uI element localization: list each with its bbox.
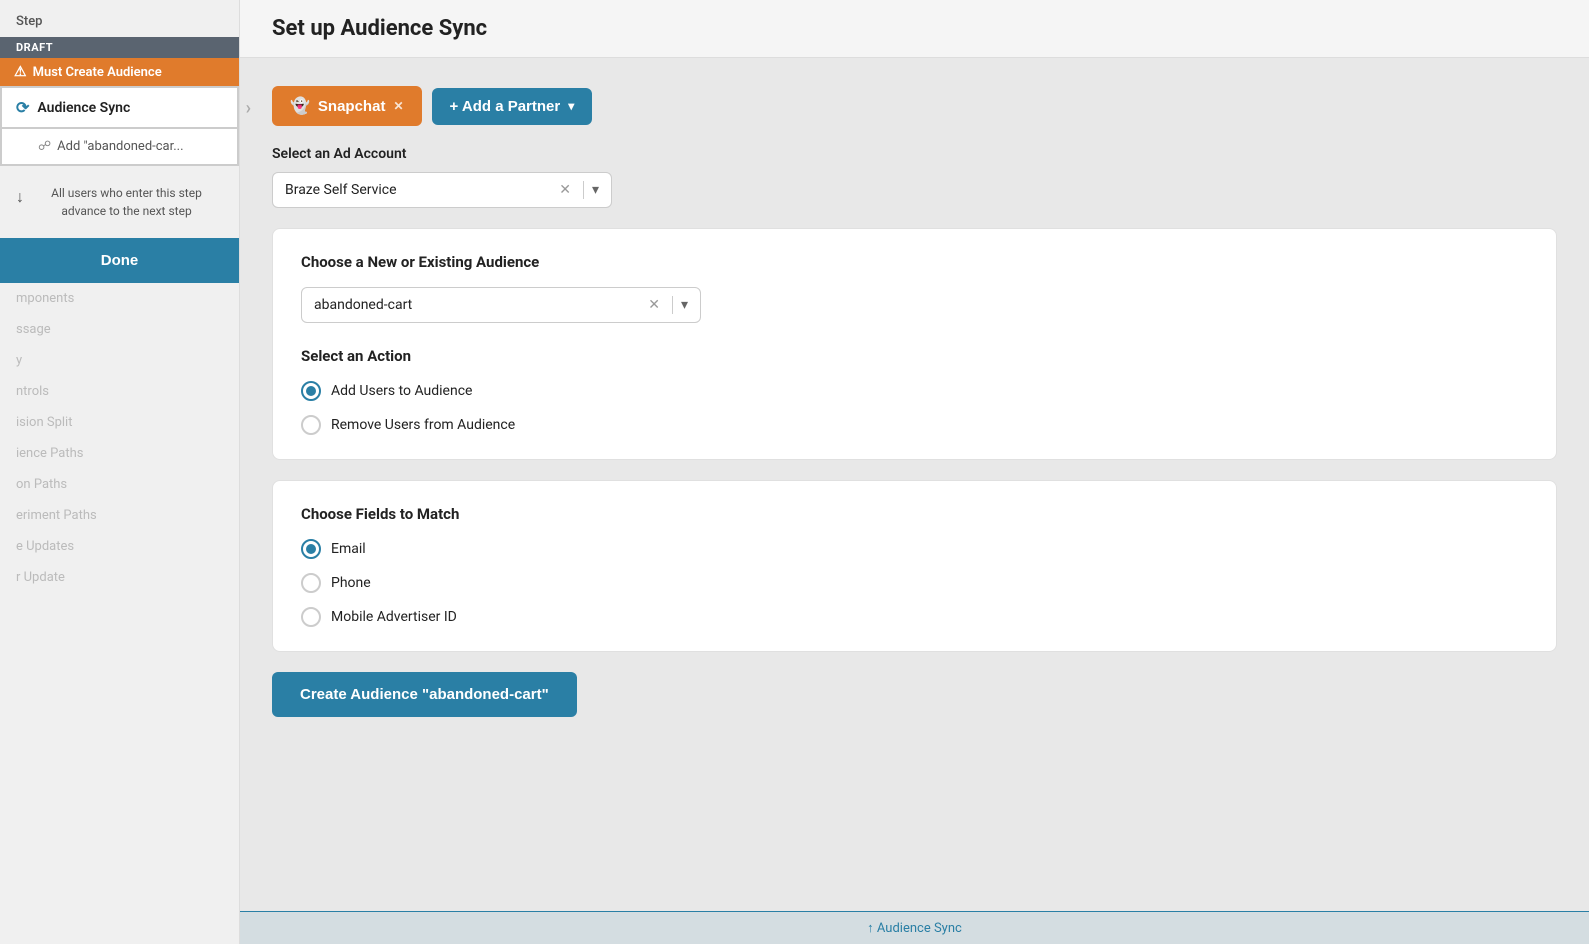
snapchat-close-icon[interactable]: ✕ — [393, 99, 403, 113]
mobile-advertiser-radio[interactable]: Mobile Advertiser ID — [301, 607, 1528, 627]
snapchat-button[interactable]: 👻 Snapchat ✕ — [272, 86, 422, 126]
sidebar-item-controls: ntrols — [0, 376, 239, 407]
add-partner-label: + Add a Partner — [450, 98, 561, 115]
fields-radio-group: Email Phone Mobile Advertiser ID — [301, 539, 1528, 627]
draft-badge: DRAFT — [0, 37, 239, 58]
sidebar-item-components: mponents — [0, 283, 239, 314]
step-label: Step — [0, 0, 239, 37]
add-users-radio-dot — [306, 386, 316, 396]
snapchat-icon: 👻 — [290, 96, 310, 116]
sub-item-label: Add "abandoned-car... — [57, 139, 183, 154]
action-radio-group: Add Users to Audience Remove Users from … — [301, 381, 1528, 435]
phone-label: Phone — [331, 575, 371, 591]
main-body: 👻 Snapchat ✕ + Add a Partner ▾ Select an… — [240, 58, 1589, 745]
sidebar-item-experiment-paths: eriment Paths — [0, 500, 239, 531]
chevron-right-icon: › — [246, 97, 251, 118]
add-users-label: Add Users to Audience — [331, 383, 472, 399]
warning-icon: ⚠ — [14, 64, 27, 80]
email-radio[interactable]: Email — [301, 539, 1528, 559]
fields-section-label: Choose Fields to Match — [301, 505, 1528, 523]
action-section-label: Select an Action — [301, 347, 1528, 365]
arrow-down-icon: ↓ — [16, 185, 24, 209]
create-audience-button[interactable]: Create Audience "abandoned-cart" — [272, 672, 577, 717]
all-users-note: ↓ All users who enter this step advance … — [0, 166, 239, 238]
ad-account-select[interactable]: Braze Self Service ✕ ▾ — [272, 172, 612, 208]
add-partner-button[interactable]: + Add a Partner ▾ — [432, 88, 593, 125]
sidebar-item-user-update: r Update — [0, 562, 239, 593]
remove-users-label: Remove Users from Audience — [331, 417, 515, 433]
audience-section-label: Choose a New or Existing Audience — [301, 253, 1528, 271]
ad-account-section: Select an Ad Account Braze Self Service … — [272, 146, 1557, 208]
warning-label: Must Create Audience — [33, 65, 162, 80]
mobile-advertiser-radio-circle[interactable] — [301, 607, 321, 627]
main-header: Set up Audience Sync — [240, 0, 1589, 58]
audience-select[interactable]: abandoned-cart ✕ ▾ — [301, 287, 701, 323]
ad-account-label: Select an Ad Account — [272, 146, 1557, 162]
ad-account-value: Braze Self Service — [285, 182, 559, 198]
add-audience-sub-item[interactable]: ☍ Add "abandoned-car... — [0, 129, 239, 166]
audience-sync-label: Audience Sync — [37, 100, 130, 116]
audience-sync-item[interactable]: ⟳ Audience Sync › — [0, 86, 239, 129]
email-label: Email — [331, 541, 366, 557]
add-users-radio-circle[interactable] — [301, 381, 321, 401]
sidebar-item-message: ssage — [0, 314, 239, 345]
mobile-advertiser-label: Mobile Advertiser ID — [331, 609, 457, 625]
sidebar-item-action-paths: on Paths — [0, 469, 239, 500]
chevron-down-icon: ▾ — [568, 99, 574, 113]
divider2 — [672, 296, 673, 314]
phone-radio[interactable]: Phone — [301, 573, 1528, 593]
snapchat-label: Snapchat — [318, 98, 386, 115]
remove-users-radio[interactable]: Remove Users from Audience — [301, 415, 1528, 435]
done-button[interactable]: Done — [0, 238, 239, 283]
phone-radio-circle[interactable] — [301, 573, 321, 593]
sync-icon: ⟳ — [16, 98, 29, 117]
page-title: Set up Audience Sync — [272, 16, 1557, 41]
partner-row: 👻 Snapchat ✕ + Add a Partner ▾ — [272, 86, 1557, 126]
add-users-radio[interactable]: Add Users to Audience — [301, 381, 1528, 401]
email-radio-circle[interactable] — [301, 539, 321, 559]
ad-account-clear-icon[interactable]: ✕ — [559, 182, 571, 198]
sidebar-item-feature-updates: e Updates — [0, 531, 239, 562]
audience-sub-icon: ☍ — [38, 139, 51, 154]
bottom-bar-text: ↑ Audience Sync — [867, 921, 962, 936]
divider — [583, 181, 584, 199]
remove-users-radio-circle[interactable] — [301, 415, 321, 435]
bottom-bar: ↑ Audience Sync — [240, 911, 1589, 944]
email-radio-dot — [306, 544, 316, 554]
ad-account-chevron-icon[interactable]: ▾ — [592, 182, 599, 198]
audience-action-card: Choose a New or Existing Audience abando… — [272, 228, 1557, 460]
main-panel: Set up Audience Sync 👻 Snapchat ✕ + Add … — [240, 0, 1589, 944]
must-create-audience-warning[interactable]: ⚠ Must Create Audience — [0, 58, 239, 86]
audience-value: abandoned-cart — [314, 297, 648, 313]
sidebar: Step DRAFT ⚠ Must Create Audience ⟳ Audi… — [0, 0, 240, 944]
sidebar-item-decision-split: ision Split — [0, 407, 239, 438]
audience-chevron-icon[interactable]: ▾ — [681, 297, 688, 313]
sidebar-item-audience-paths: ience Paths — [0, 438, 239, 469]
audience-clear-icon[interactable]: ✕ — [648, 297, 660, 313]
sidebar-item-y: y — [0, 345, 239, 376]
fields-card: Choose Fields to Match Email Phone Mobil… — [272, 480, 1557, 652]
